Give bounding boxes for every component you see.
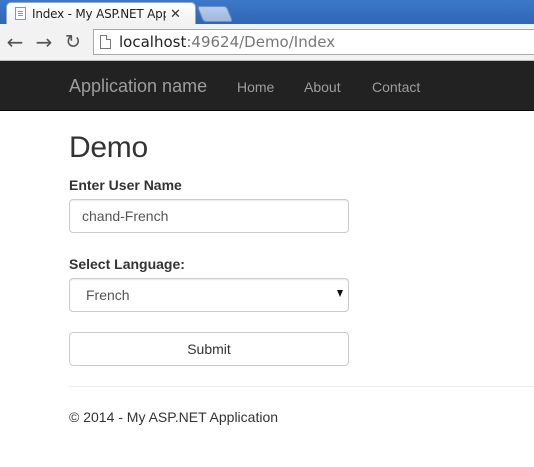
nav-link-home[interactable]: Home bbox=[237, 78, 274, 96]
url-host: localhost bbox=[119, 33, 187, 51]
url-path: :49624/Demo/Index bbox=[186, 33, 336, 51]
language-selected-value: French bbox=[86, 287, 130, 303]
page-icon bbox=[100, 35, 111, 49]
nav-link-about[interactable]: About bbox=[304, 78, 341, 96]
page-title: Demo bbox=[69, 131, 148, 164]
nav-link-contact[interactable]: Contact bbox=[372, 78, 420, 96]
new-tab-button[interactable] bbox=[196, 6, 234, 22]
submit-button[interactable]: Submit bbox=[69, 332, 349, 366]
footer-divider bbox=[69, 386, 534, 387]
browser-toolbar: ← → ↻ localhost:49624/Demo/Index bbox=[0, 24, 534, 61]
user-name-label: Enter User Name bbox=[69, 177, 182, 193]
browser-tab[interactable]: Index - My ASP.NET Appli ✕ bbox=[6, 2, 196, 24]
brand-link[interactable]: Application name bbox=[69, 76, 207, 96]
dropdown-arrow-icon bbox=[337, 290, 343, 297]
url-text[interactable]: localhost:49624/Demo/Index bbox=[119, 33, 335, 51]
page-favicon-icon bbox=[15, 7, 26, 20]
user-name-input[interactable]: chand-French bbox=[69, 199, 349, 233]
site-navbar: Application name Home About Contact bbox=[0, 61, 534, 111]
address-bar[interactable]: localhost:49624/Demo/Index bbox=[93, 29, 534, 55]
footer-text: © 2014 - My ASP.NET Application bbox=[69, 409, 279, 425]
tab-title: Index - My ASP.NET Appli bbox=[32, 6, 166, 21]
reload-icon[interactable]: ↻ bbox=[62, 30, 84, 54]
close-icon[interactable]: ✕ bbox=[170, 7, 181, 20]
browser-tab-strip: Index - My ASP.NET Appli ✕ bbox=[0, 0, 534, 24]
forward-arrow-icon[interactable]: → bbox=[33, 30, 55, 54]
back-arrow-icon[interactable]: ← bbox=[4, 30, 26, 54]
language-label: Select Language: bbox=[69, 256, 185, 272]
language-select[interactable]: French bbox=[69, 278, 349, 312]
